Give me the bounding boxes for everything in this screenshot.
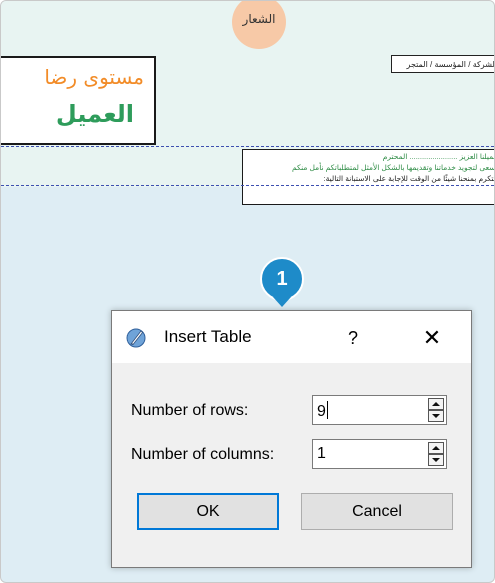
rows-input[interactable]: 9 bbox=[317, 401, 328, 421]
rows-value: 9 bbox=[317, 403, 326, 420]
rows-spin-arrows bbox=[428, 398, 444, 422]
close-button[interactable]: ✕ bbox=[412, 323, 452, 353]
columns-label: Number of columns: bbox=[131, 446, 275, 463]
title-box: مستوى رضا العميل bbox=[1, 56, 156, 145]
logo-placeholder: الشعار bbox=[232, 1, 286, 49]
title-line-1: مستوى رضا bbox=[44, 65, 144, 89]
callout-pointer bbox=[273, 297, 291, 307]
cancel-button[interactable]: Cancel bbox=[301, 493, 453, 530]
columns-spinbox[interactable]: 1 bbox=[312, 439, 447, 469]
intro-text-box: عميلنا العزيز ....................... ال… bbox=[242, 149, 495, 205]
intro-line-3: التكرم بمنحنا شيئًا من الوقت للإجابة على… bbox=[323, 174, 495, 183]
step-callout: 1 bbox=[260, 257, 304, 301]
intro-line-1: عميلنا العزيز ....................... ال… bbox=[382, 152, 495, 161]
columns-spin-arrows bbox=[428, 442, 444, 466]
dialog-titlebar[interactable]: Insert Table ? ✕ bbox=[112, 311, 471, 363]
screenshot-frame: الشعار الشركة / المؤسسة / المتجر مستوى ر… bbox=[0, 0, 495, 583]
writer-quill-icon bbox=[126, 328, 146, 348]
page-boundary-line bbox=[1, 185, 494, 186]
text-caret bbox=[326, 401, 328, 419]
arrow-up-icon[interactable] bbox=[428, 442, 444, 454]
arrow-up-icon[interactable] bbox=[428, 398, 444, 410]
insert-table-dialog: Insert Table ? ✕ Number of rows: 9 Numbe… bbox=[111, 310, 472, 568]
arrow-down-icon[interactable] bbox=[428, 454, 444, 466]
document-page: الشعار الشركة / المؤسسة / المتجر مستوى ر… bbox=[1, 1, 494, 205]
intro-line-2: نسعى لتجويد خدماتنا وتقديمها بالشكل الأم… bbox=[292, 163, 495, 172]
dialog-title: Insert Table bbox=[164, 327, 252, 346]
org-label-box: الشركة / المؤسسة / المتجر bbox=[391, 55, 494, 73]
arrow-down-icon[interactable] bbox=[428, 410, 444, 422]
rows-label: Number of rows: bbox=[131, 402, 249, 419]
rows-spinbox[interactable]: 9 bbox=[312, 395, 447, 425]
help-button[interactable]: ? bbox=[338, 323, 368, 353]
ok-button[interactable]: OK bbox=[137, 493, 279, 530]
title-line-2: العميل bbox=[55, 100, 134, 128]
columns-input[interactable]: 1 bbox=[317, 445, 326, 463]
logo-text: الشعار bbox=[242, 12, 276, 26]
section-divider bbox=[1, 146, 494, 147]
